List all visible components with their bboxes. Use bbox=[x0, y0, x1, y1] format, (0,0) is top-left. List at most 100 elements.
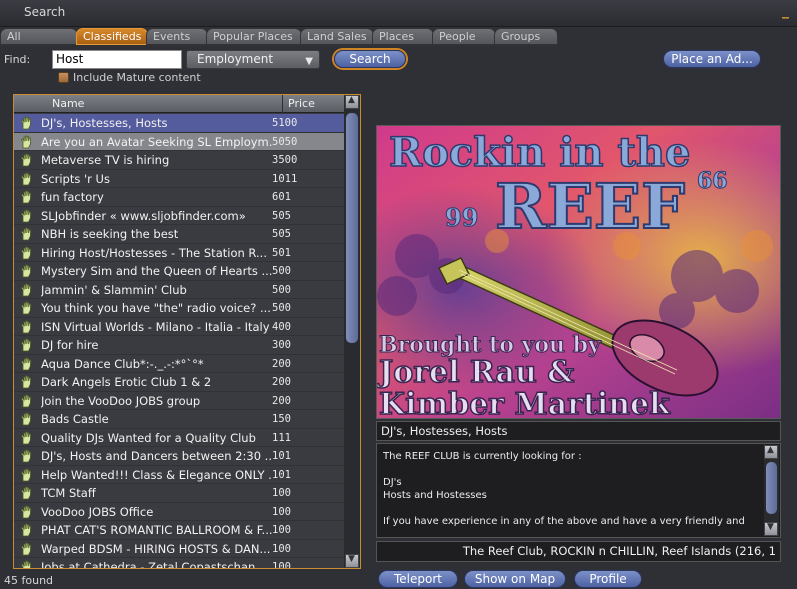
table-row[interactable]: Hiring Host/Hostesses - The Station R...… bbox=[14, 244, 344, 262]
tab-events[interactable]: Events bbox=[146, 28, 208, 45]
row-name: TCM Staff bbox=[41, 486, 96, 500]
row-name: VooDoo JOBS Office bbox=[41, 504, 154, 519]
profile-button[interactable]: Profile bbox=[574, 570, 642, 588]
desc-scroll-thumb[interactable] bbox=[766, 462, 777, 514]
list-rows: DJ's, Hostesses, Hosts 5100 Are you an Ava… bbox=[14, 114, 344, 568]
row-price: 100 bbox=[272, 561, 291, 568]
tab-all[interactable]: All bbox=[0, 28, 78, 45]
classified-description[interactable]: The REEF CLUB is currently looking for :… bbox=[376, 443, 781, 538]
table-row[interactable]: PHAT CAT'S ROMANTIC BALLROOM & F... 100 bbox=[14, 521, 344, 540]
description-scrollbar[interactable]: ▲ ▼ bbox=[764, 445, 779, 536]
scroll-thumb[interactable] bbox=[346, 113, 358, 343]
search-input[interactable]: Host bbox=[52, 50, 182, 69]
table-row[interactable]: Dark Angels Erotic Club 1 & 2 200 bbox=[14, 373, 344, 392]
table-row[interactable]: Join the VooDoo JOBS group 200 bbox=[14, 392, 344, 410]
poster-line2a: 99 bbox=[445, 203, 478, 232]
table-row[interactable]: Scripts 'r Us 1011 bbox=[14, 170, 344, 188]
row-name: Join the VooDoo JOBS group bbox=[41, 393, 201, 408]
reef-club-poster: Rockin in the 99 REEF 66 Brought to you … bbox=[377, 126, 780, 418]
row-name: You think you have "the" radio voice? ..… bbox=[41, 301, 271, 315]
row-name: ISN Virtual Worlds - Milano - Italia - I… bbox=[41, 319, 270, 334]
table-row[interactable]: TCM Staff 100 bbox=[14, 484, 344, 503]
place-an-ad-button[interactable]: Place an Ad... bbox=[663, 50, 761, 68]
row-price: 5050 bbox=[272, 135, 298, 148]
classifieds-list: Name Price DJ's, Hostesses, Hosts 5100 Are… bbox=[13, 94, 361, 569]
table-row[interactable]: Metaverse TV is hiring 3500 bbox=[14, 151, 344, 170]
tab-popular-places[interactable]: Popular Places bbox=[206, 28, 302, 45]
classified-location: The Reef Club, ROCKIN n CHILLIN, Reef Is… bbox=[376, 541, 781, 562]
row-price: 505 bbox=[272, 228, 291, 240]
row-price: 100 bbox=[272, 542, 291, 555]
mature-checkbox[interactable] bbox=[58, 72, 69, 83]
hand-icon bbox=[20, 338, 34, 352]
table-row[interactable]: Aqua Dance Club*:-._.-:*°`°* 200 bbox=[14, 355, 344, 373]
table-row[interactable]: NBH is seeking the best 505 bbox=[14, 225, 344, 244]
list-header: Name Price bbox=[14, 95, 344, 113]
row-price: 5100 bbox=[272, 117, 298, 129]
table-row[interactable]: Jammin' & Slammin' Club 500 bbox=[14, 281, 344, 299]
hand-icon bbox=[20, 153, 34, 167]
row-name: Aqua Dance Club*:-._.-:*°`°* bbox=[41, 356, 204, 371]
row-price: 111 bbox=[272, 431, 291, 444]
row-name: DJ's, Hosts and Dancers between 2:30 ... bbox=[41, 449, 273, 463]
scroll-up-button[interactable]: ▲ bbox=[345, 95, 359, 109]
row-price: 501 bbox=[272, 246, 291, 259]
hand-icon bbox=[20, 116, 34, 130]
table-row[interactable]: SLJobfinder « www.sljobfinder.com» 505 bbox=[14, 207, 344, 225]
column-divider[interactable] bbox=[282, 95, 283, 113]
row-price: 200 bbox=[272, 357, 291, 370]
find-label: Find: bbox=[4, 53, 31, 66]
show-on-map-button[interactable]: Show on Map bbox=[464, 570, 566, 588]
row-name: Hiring Host/Hostesses - The Station R... bbox=[41, 245, 267, 260]
row-price: 100 bbox=[272, 524, 291, 536]
table-row[interactable]: DJ for hire 300 bbox=[14, 336, 344, 355]
arrow-down-icon: ▼ bbox=[348, 554, 355, 564]
tab-classifieds[interactable]: Classifieds bbox=[76, 28, 148, 45]
row-name: Metaverse TV is hiring bbox=[41, 153, 170, 167]
column-header-name[interactable]: Name bbox=[52, 97, 84, 110]
hand-icon bbox=[20, 227, 34, 241]
list-scrollbar[interactable]: ▲ ▼ bbox=[344, 95, 360, 568]
hand-icon bbox=[20, 505, 34, 519]
chevron-down-icon: ▼ bbox=[305, 56, 313, 67]
table-row[interactable]: You think you have "the" radio voice? ..… bbox=[14, 299, 344, 318]
table-row[interactable]: Warped BDSM - HIRING HOSTS & DAN... 100 bbox=[14, 540, 344, 558]
row-price: 500 bbox=[272, 265, 291, 277]
table-row[interactable]: fun factory 601 bbox=[14, 188, 344, 207]
table-row[interactable]: Mystery Sim and the Queen of Hearts ... 5… bbox=[14, 262, 344, 281]
description-text: The REEF CLUB is currently looking for :… bbox=[383, 451, 745, 527]
tab-groups[interactable]: Groups bbox=[494, 28, 558, 45]
tab-places[interactable]: Places bbox=[372, 28, 434, 45]
hand-icon bbox=[20, 283, 34, 297]
tab-people[interactable]: People bbox=[432, 28, 496, 45]
row-price: 101 bbox=[272, 450, 291, 462]
search-button[interactable]: Search bbox=[334, 50, 406, 68]
column-header-price[interactable]: Price bbox=[288, 97, 315, 110]
table-row[interactable]: Quality DJs Wanted for a Quality Club 111 bbox=[14, 429, 344, 447]
row-price: 400 bbox=[272, 320, 291, 333]
row-name: DJ's, Hostesses, Hosts bbox=[41, 116, 168, 130]
table-row[interactable]: Bads Castle 150 bbox=[14, 410, 344, 429]
table-row[interactable]: VooDoo JOBS Office 100 bbox=[14, 503, 344, 521]
table-row[interactable]: Help Wanted!!! Class & Elegance ONLY ...… bbox=[14, 466, 344, 484]
find-row: Find: Host Employment ▼ Search Place an … bbox=[0, 49, 797, 71]
table-row[interactable]: Jobs at Cathedra - Zetal Copastschan... 1… bbox=[14, 558, 344, 568]
teleport-button[interactable]: Teleport bbox=[378, 570, 458, 588]
hand-icon bbox=[20, 246, 34, 260]
desc-scroll-down-button[interactable]: ▼ bbox=[764, 522, 778, 536]
arrow-down-icon: ▼ bbox=[767, 522, 774, 532]
row-price: 505 bbox=[272, 209, 291, 222]
table-row[interactable]: DJ's, Hosts and Dancers between 2:30 ...… bbox=[14, 447, 344, 466]
row-name: Help Wanted!!! Class & Elegance ONLY ... bbox=[41, 467, 273, 482]
table-row[interactable]: DJ's, Hostesses, Hosts 5100 bbox=[14, 114, 344, 133]
desc-scroll-up-button[interactable]: ▲ bbox=[764, 445, 778, 459]
table-row[interactable]: Are you an Avatar Seeking SL Employm... 5… bbox=[14, 132, 344, 151]
scroll-down-button[interactable]: ▼ bbox=[345, 554, 359, 568]
tab-land-sales[interactable]: Land Sales bbox=[300, 28, 374, 45]
table-row[interactable]: ISN Virtual Worlds - Milano - Italia - I… bbox=[14, 318, 344, 336]
category-dropdown[interactable]: Employment ▼ bbox=[186, 50, 320, 69]
minimize-button[interactable]: _ bbox=[782, 3, 789, 19]
hand-icon bbox=[20, 209, 34, 223]
row-price: 300 bbox=[272, 339, 291, 351]
hand-icon bbox=[20, 264, 34, 278]
